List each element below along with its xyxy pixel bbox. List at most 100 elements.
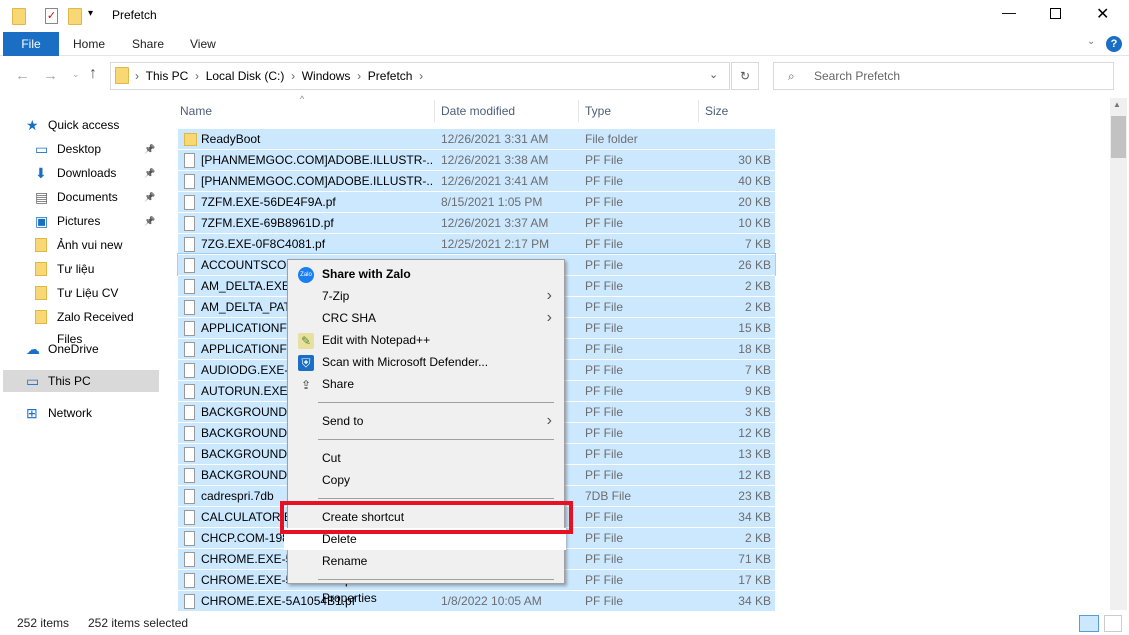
crumb-this-pc[interactable]: This PC	[146, 69, 189, 83]
minimize-button[interactable]: —	[1002, 4, 1016, 20]
search-placeholder: Search Prefetch	[814, 69, 901, 83]
tab-view[interactable]: View	[190, 32, 216, 56]
sidebar-item[interactable]: ▭ Desktop 📌	[0, 138, 160, 160]
sidebar-item-label: Pictures	[57, 214, 101, 228]
crumb-prefetch[interactable]: Prefetch	[368, 69, 413, 83]
menu-item-scan-with-microsoft-defender[interactable]: ⛨ Scan with Microsoft Defender...	[290, 351, 562, 373]
sidebar-item[interactable]: Tư liệu	[0, 258, 160, 280]
column-header-date[interactable]: Date modified	[441, 100, 515, 122]
file-name: [PHANMEMGOC.COM]ADOBE.ILLUSTR-...	[201, 174, 433, 188]
file-size: 18 KB	[738, 342, 771, 356]
pin-icon[interactable]: 📌	[144, 138, 155, 160]
folder-icon	[12, 8, 26, 25]
menu-item-cut[interactable]: Cut	[290, 447, 562, 469]
file-icon	[184, 531, 195, 546]
menu-item-rename[interactable]: Rename	[290, 550, 562, 572]
menu-item-properties[interactable]: Properties	[290, 587, 562, 609]
ribbon-tabs: File Home Share View ⌄ ?	[0, 32, 1129, 56]
tab-share[interactable]: Share	[132, 32, 164, 56]
scrollbar-thumb[interactable]	[1111, 116, 1126, 158]
tab-file[interactable]: File	[3, 32, 59, 56]
file-date: 12/26/2021 3:38 AM	[441, 153, 549, 167]
sidebar-item[interactable]: ★ Quick access	[0, 114, 160, 136]
help-icon[interactable]: ?	[1106, 36, 1122, 52]
menu-separator	[318, 498, 554, 499]
menu-item-label: Copy	[322, 473, 351, 487]
file-row[interactable]: 7ZG.EXE-0F8C4081.pf 12/25/2021 2:17 PM PF …	[178, 233, 775, 254]
menu-separator	[318, 439, 554, 440]
sidebar-item[interactable]: Ảnh vui new	[0, 234, 160, 256]
file-row[interactable]: ReadyBoot 12/26/2021 3:31 AM File folder	[178, 128, 775, 149]
column-header-name[interactable]: Name	[180, 100, 212, 122]
file-type: PF File	[585, 279, 624, 293]
forward-button[interactable]: →	[43, 67, 58, 84]
sidebar-item[interactable]: ☁ OneDrive	[0, 338, 160, 360]
menu-item-share-with-zalo[interactable]: Zalo Share with Zalo	[290, 263, 562, 285]
pin-icon[interactable]: 📌	[144, 210, 155, 232]
file-row[interactable]: 7ZFM.EXE-56DE4F9A.pf 8/15/2021 1:05 PM PF …	[178, 191, 775, 212]
refresh-button[interactable]: ↻	[731, 62, 759, 90]
tab-home[interactable]: Home	[73, 32, 105, 56]
column-header-size[interactable]: Size	[705, 100, 728, 122]
file-name: [PHANMEMGOC.COM]ADOBE.ILLUSTR-...	[201, 153, 433, 167]
search-icon: ⌕	[788, 69, 795, 83]
chevron-right-icon: ›	[546, 309, 552, 326]
file-type: PF File	[585, 153, 624, 167]
close-button[interactable]: ✕	[1096, 4, 1109, 24]
file-icon	[184, 321, 195, 336]
column-header-type[interactable]: Type	[585, 100, 611, 122]
crumb-windows[interactable]: Windows	[302, 69, 351, 83]
sidebar-item[interactable]: ⬇ Downloads 📌	[0, 162, 160, 184]
file-size: 7 KB	[744, 363, 771, 377]
back-button[interactable]: ←	[15, 67, 30, 84]
file-icon	[184, 153, 195, 168]
folder-icon	[35, 286, 47, 300]
file-size: 9 KB	[744, 384, 771, 398]
file-size: 13 KB	[738, 447, 771, 461]
menu-item-send-to[interactable]: Send to ›	[290, 410, 562, 432]
properties-icon[interactable]: ✓	[45, 8, 58, 24]
star-icon: ★	[26, 117, 39, 133]
menu-item-copy[interactable]: Copy	[290, 469, 562, 491]
file-row[interactable]: 7ZFM.EXE-69B8961D.pf 12/26/2021 3:37 AM PF…	[178, 212, 775, 233]
sidebar-item[interactable]: Zalo Received Files	[0, 306, 160, 346]
address-dropdown-icon[interactable]: ⌄	[709, 68, 718, 81]
menu-item-crc-sha[interactable]: CRC SHA ›	[290, 307, 562, 329]
sidebar-item[interactable]: ▣ Pictures 📌	[0, 210, 160, 232]
sidebar-item[interactable]: Tư Liệu CV	[0, 282, 160, 304]
folder-icon	[35, 310, 47, 324]
expand-ribbon-icon[interactable]: ⌄	[1087, 36, 1095, 47]
sidebar-item[interactable]: ▤ Documents 📌	[0, 186, 160, 208]
recent-locations-icon[interactable]: ⌄	[72, 69, 80, 80]
sidebar-item-label: Desktop	[57, 142, 102, 156]
file-name: 7ZFM.EXE-56DE4F9A.pf	[201, 195, 336, 209]
menu-item-share[interactable]: ⇪ Share	[290, 373, 562, 395]
sidebar-item-label: This PC	[48, 374, 91, 388]
file-icon	[184, 342, 195, 357]
vertical-scrollbar[interactable]: ▲	[1110, 98, 1127, 610]
menu-item-label: 7-Zip	[322, 289, 350, 303]
customize-toolbar-icon[interactable]: ▾	[88, 8, 93, 19]
pin-icon[interactable]: 📌	[144, 162, 155, 184]
documents-icon: ▤	[35, 189, 49, 205]
sidebar-item[interactable]: ▭ This PC	[3, 370, 159, 392]
file-icon	[184, 510, 195, 525]
sidebar-item-label: Network	[48, 406, 93, 420]
menu-item-7-zip[interactable]: 7-Zip ›	[290, 285, 562, 307]
file-row[interactable]: [PHANMEMGOC.COM]ADOBE.ILLUSTR-... 12/26/2…	[178, 149, 775, 170]
menu-item-edit-with-notepad[interactable]: ✎ Edit with Notepad++	[290, 329, 562, 351]
new-folder-icon[interactable]	[68, 8, 82, 25]
pictures-icon: ▣	[35, 213, 49, 229]
search-input[interactable]: ⌕ Search Prefetch	[773, 62, 1114, 90]
folder-icon	[35, 238, 47, 252]
address-bar[interactable]: › This PC › Local Disk (C:) › Windows › …	[110, 62, 730, 90]
crumb-local-disk[interactable]: Local Disk (C:)	[206, 69, 285, 83]
maximize-button[interactable]	[1050, 8, 1061, 19]
file-row[interactable]: [PHANMEMGOC.COM]ADOBE.ILLUSTR-... 12/26/2…	[178, 170, 775, 191]
details-view-button[interactable]	[1079, 615, 1099, 632]
file-date: 8/15/2021 1:05 PM	[441, 195, 543, 209]
pin-icon[interactable]: 📌	[144, 186, 155, 208]
sidebar-item[interactable]: ⊞ Network	[0, 402, 160, 424]
up-button[interactable]: ↑	[89, 65, 97, 83]
large-icons-view-button[interactable]	[1104, 615, 1122, 632]
